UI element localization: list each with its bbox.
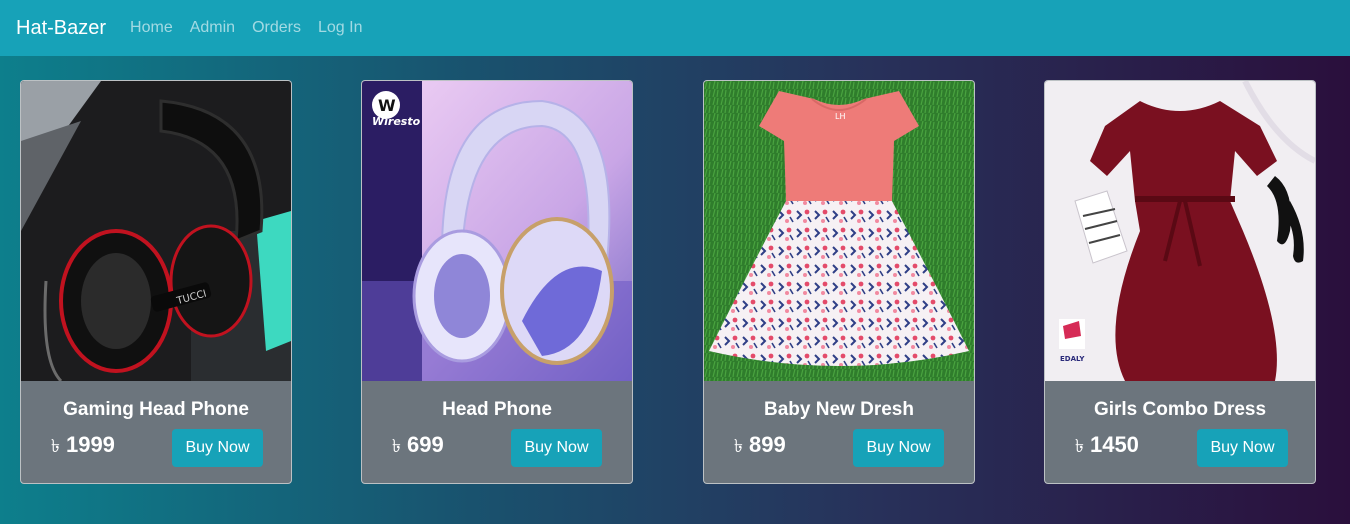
taka-sign: ৳ bbox=[1075, 436, 1084, 456]
product-card: TUCCI Gaming Head Phone ৳ 1999 Buy Now bbox=[20, 80, 292, 484]
taka-sign: ৳ bbox=[51, 436, 60, 456]
price-value: 1450 bbox=[1089, 432, 1139, 457]
nav-link-home[interactable]: Home bbox=[130, 19, 173, 37]
price-value: 699 bbox=[406, 432, 444, 457]
taka-sign: ৳ bbox=[392, 436, 401, 456]
product-price: ৳ 1999 bbox=[51, 432, 115, 463]
product-image-headphone: W Wiresto bbox=[362, 81, 632, 381]
buy-now-button[interactable]: Buy Now bbox=[511, 429, 602, 467]
product-card-body: Baby New Dresh ৳ 899 Buy Now bbox=[704, 381, 974, 483]
product-title: Baby New Dresh bbox=[764, 399, 914, 420]
product-image-gaming-headphone: TUCCI bbox=[21, 81, 291, 381]
brand-logo[interactable]: Hat-Bazer bbox=[16, 17, 106, 40]
price-value: 1999 bbox=[65, 432, 115, 457]
product-price: ৳ 1450 bbox=[1075, 432, 1139, 463]
product-title: Gaming Head Phone bbox=[63, 399, 249, 420]
product-title: Girls Combo Dress bbox=[1093, 399, 1267, 420]
buy-now-button[interactable]: Buy Now bbox=[853, 429, 944, 467]
buy-now-button[interactable]: Buy Now bbox=[172, 429, 263, 467]
nav-link-login[interactable]: Log In bbox=[318, 19, 362, 37]
edaly-logo-text: EDALY bbox=[1060, 355, 1085, 363]
wiresto-logo-text: Wiresto bbox=[372, 115, 421, 128]
nav-link-admin[interactable]: Admin bbox=[190, 19, 235, 37]
svg-text:LH: LH bbox=[835, 112, 845, 121]
product-price: ৳ 899 bbox=[734, 432, 786, 463]
product-image-baby-dress: LH bbox=[704, 81, 974, 381]
svg-text:W: W bbox=[378, 96, 396, 115]
price-value: 899 bbox=[748, 432, 786, 457]
taka-sign: ৳ bbox=[734, 436, 743, 456]
product-price: ৳ 699 bbox=[392, 432, 444, 463]
product-card-body: Girls Combo Dress ৳ 1450 Buy Now bbox=[1045, 381, 1315, 483]
product-card-body: Gaming Head Phone ৳ 1999 Buy Now bbox=[21, 381, 291, 483]
product-card-body: Head Phone ৳ 699 Buy Now bbox=[362, 381, 632, 483]
product-image-girls-dress: EDALY bbox=[1045, 81, 1315, 381]
product-card: EDALY Girls Combo Dress ৳ 1450 Buy Now bbox=[1044, 80, 1316, 484]
buy-now-button[interactable]: Buy Now bbox=[1197, 429, 1288, 467]
top-navbar: Hat-Bazer Home Admin Orders Log In bbox=[0, 0, 1350, 56]
nav-link-orders[interactable]: Orders bbox=[252, 19, 301, 37]
product-card: W Wiresto Head Phone ৳ 699 Buy Now bbox=[361, 80, 633, 484]
product-title: Head Phone bbox=[442, 399, 552, 420]
product-card: LH Baby New Dresh ৳ 899 Buy Now bbox=[703, 80, 975, 484]
